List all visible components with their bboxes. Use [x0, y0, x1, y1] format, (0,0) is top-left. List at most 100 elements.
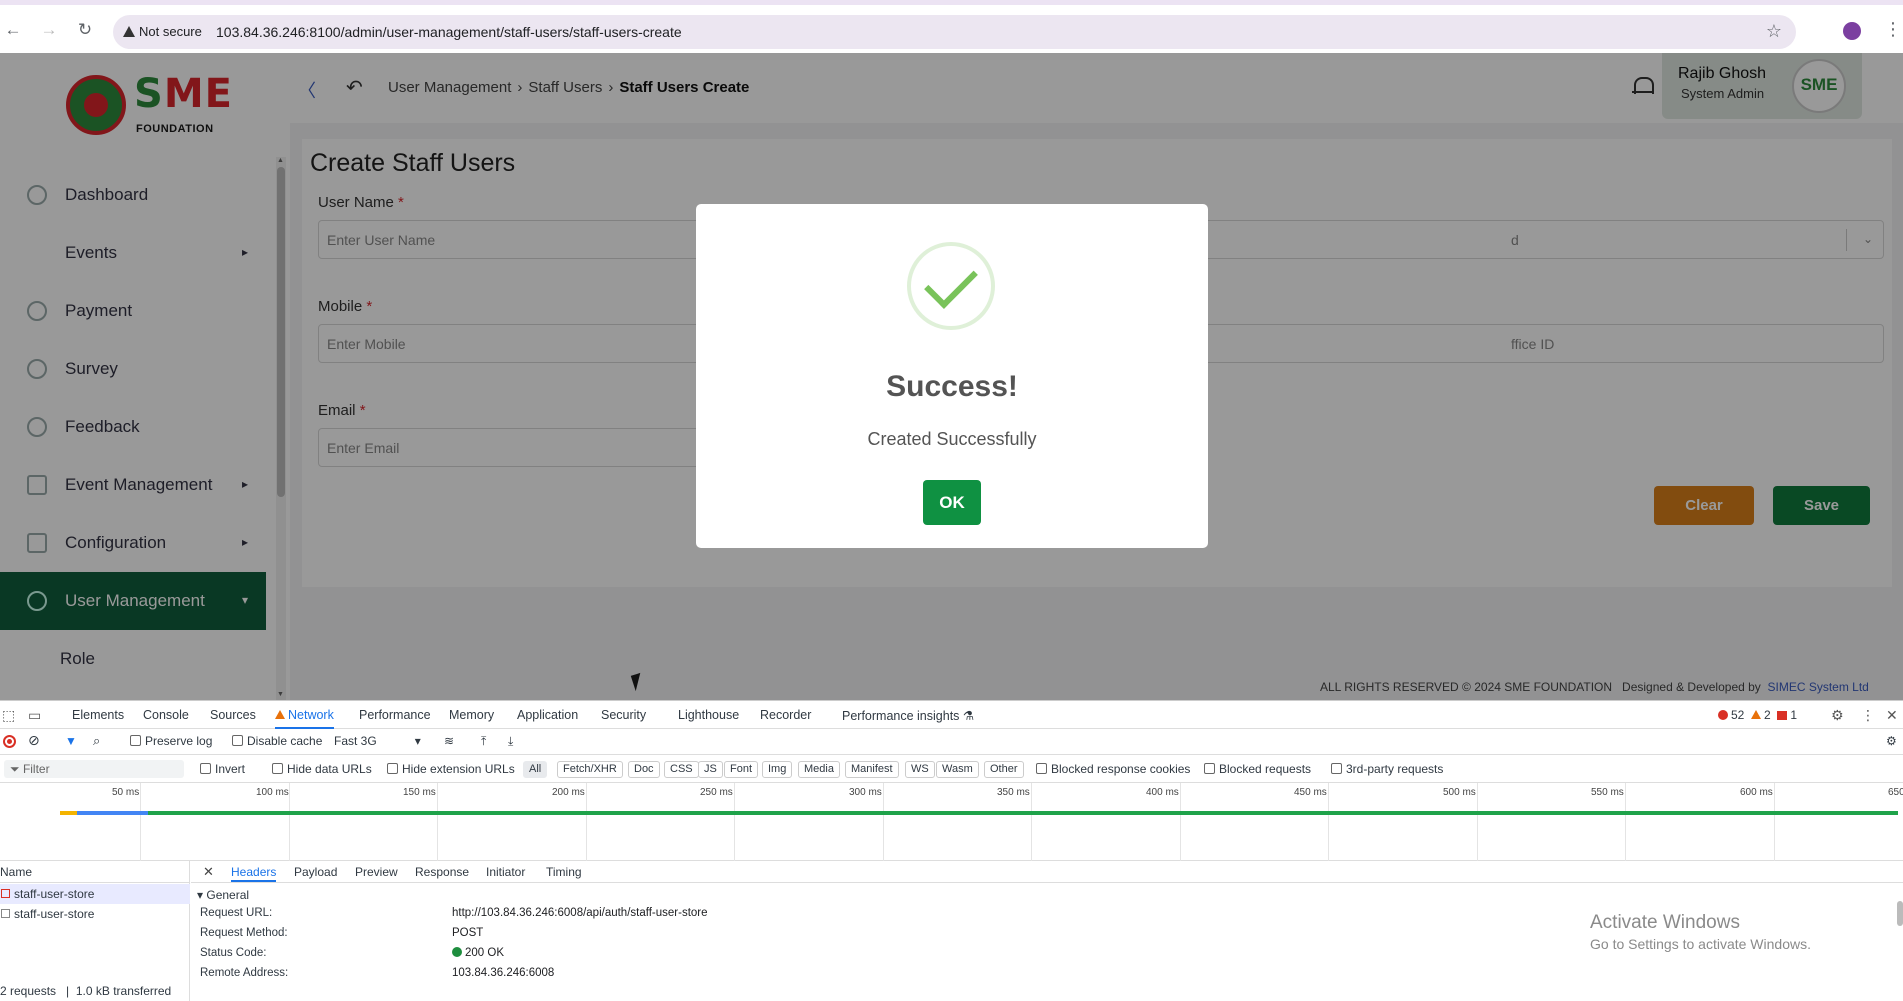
- invert-label: Invert: [215, 762, 246, 776]
- inspect-element-icon[interactable]: ⬚: [2, 707, 15, 724]
- more-options-icon[interactable]: ⋮: [1861, 707, 1875, 724]
- invert-checkbox[interactable]: Invert: [200, 762, 245, 776]
- timeline-waiting-bar: [60, 811, 78, 815]
- browser-toolbar: ← → ↻ Not secure 103.84.36.246:8100/admi…: [0, 0, 1903, 53]
- filter-chip-fetch-xhr[interactable]: Fetch/XHR: [557, 761, 623, 778]
- close-devtools-icon[interactable]: ✕: [1886, 707, 1898, 724]
- filter-chip-other[interactable]: Other: [984, 761, 1024, 778]
- detail-tabbar: ✕ Headers Payload Preview Response Initi…: [191, 861, 1903, 883]
- network-settings-icon[interactable]: ⚙: [1886, 734, 1897, 748]
- checkbox-box: [272, 763, 283, 774]
- tab-headers[interactable]: Headers: [231, 865, 277, 882]
- tab-recorder[interactable]: Recorder: [760, 708, 811, 722]
- tab-payload[interactable]: Payload: [294, 865, 337, 879]
- url-text[interactable]: 103.84.36.246:8100/admin/user-management…: [216, 24, 682, 40]
- tab-preview[interactable]: Preview: [355, 865, 398, 879]
- back-arrow-icon[interactable]: ←: [2, 19, 24, 41]
- tab-network[interactable]: Network: [275, 708, 334, 729]
- filter-icon[interactable]: ▼: [65, 734, 77, 748]
- ok-button[interactable]: OK: [923, 480, 981, 525]
- tab-performance-insights[interactable]: Performance insights ⚗: [842, 708, 974, 723]
- header-value: 103.84.36.246:6008: [452, 967, 555, 979]
- forward-arrow-icon[interactable]: →: [38, 19, 60, 41]
- tab-performance[interactable]: Performance: [359, 708, 431, 722]
- disable-cache-label: Disable cache: [247, 734, 323, 748]
- filter-chip-doc[interactable]: Doc: [628, 761, 660, 778]
- tab-elements[interactable]: Elements: [72, 708, 124, 722]
- blocked-requests-checkbox[interactable]: Blocked requests: [1204, 762, 1311, 776]
- tab-lighthouse[interactable]: Lighthouse: [678, 708, 739, 722]
- checkbox-box: [130, 735, 141, 746]
- tab-application[interactable]: Application: [517, 708, 578, 722]
- browser-menu-icon[interactable]: ⋮: [1884, 19, 1902, 40]
- address-bar[interactable]: Not secure 103.84.36.246:8100/admin/user…: [113, 15, 1796, 49]
- filter-chip-js[interactable]: JS: [698, 761, 723, 778]
- tab-sources[interactable]: Sources: [210, 708, 256, 722]
- throttling-select[interactable]: Fast 3G ▾: [334, 734, 421, 748]
- filter-chip-all[interactable]: All: [523, 761, 548, 778]
- general-section-toggle[interactable]: ▾ General: [197, 888, 249, 902]
- reload-icon[interactable]: ↻: [74, 19, 96, 41]
- import-har-icon[interactable]: ⤒: [481, 734, 486, 749]
- name-column-header[interactable]: Name: [0, 861, 190, 883]
- filter-chip-ws[interactable]: WS: [905, 761, 935, 778]
- filter-chip-css[interactable]: CSS: [664, 761, 699, 778]
- watermark-line-2: Go to Settings to activate Windows.: [1590, 936, 1811, 952]
- issue-counters[interactable]: 52 2 1: [1718, 708, 1797, 722]
- record-icon[interactable]: [3, 735, 16, 748]
- filter-chip-wasm[interactable]: Wasm: [936, 761, 979, 778]
- filter-chip-img[interactable]: Img: [762, 761, 793, 778]
- device-toolbar-icon[interactable]: ▭: [28, 707, 41, 724]
- windows-activation-watermark: Activate Windows Go to Settings to activ…: [1590, 912, 1811, 952]
- tab-console[interactable]: Console: [143, 708, 189, 722]
- bookmark-star-icon[interactable]: ☆: [1766, 21, 1782, 42]
- blocked-response-cookies-checkbox[interactable]: Blocked response cookies: [1036, 762, 1190, 776]
- timeline-tick: 550 ms: [1591, 787, 1624, 798]
- network-conditions-icon[interactable]: ≋: [444, 734, 454, 748]
- preserve-log-checkbox[interactable]: Preserve log: [130, 734, 212, 748]
- dialog-title: Success!: [886, 370, 1018, 403]
- tab-security[interactable]: Security: [601, 708, 646, 722]
- network-overview-timeline[interactable]: 50 ms 100 ms 150 ms 200 ms 250 ms 300 ms…: [0, 783, 1903, 861]
- checkbox-box: [1036, 763, 1047, 774]
- tab-initiator[interactable]: Initiator: [486, 865, 525, 879]
- timeline-tick: 300 ms: [849, 787, 882, 798]
- hide-data-urls-checkbox[interactable]: Hide data URLs: [272, 762, 372, 776]
- request-row[interactable]: staff-user-store: [0, 904, 190, 924]
- chevron-down-icon: ▾: [414, 734, 421, 748]
- timeline-gridline: [437, 783, 438, 861]
- close-detail-icon[interactable]: ✕: [203, 864, 214, 880]
- settings-gear-icon[interactable]: ⚙: [1831, 707, 1844, 724]
- timeline-gridline: [883, 783, 884, 861]
- request-count: 2 requests: [0, 984, 57, 998]
- not-secure-indicator[interactable]: Not secure: [123, 24, 202, 39]
- timeline-gridline: [586, 783, 587, 861]
- filter-chip-manifest[interactable]: Manifest: [845, 761, 899, 778]
- checkbox-box: [232, 735, 243, 746]
- hide-extension-urls-checkbox[interactable]: Hide extension URLs: [387, 762, 515, 776]
- request-list: Name staff-user-store staff-user-store 2…: [0, 861, 190, 1001]
- timeline-gridline: [1031, 783, 1032, 861]
- hide-extension-urls-label: Hide extension URLs: [402, 762, 515, 776]
- disable-cache-checkbox[interactable]: Disable cache: [232, 734, 322, 748]
- blocked-response-cookies-label: Blocked response cookies: [1051, 762, 1191, 776]
- clear-log-icon[interactable]: ⊘: [28, 732, 40, 749]
- filter-chip-media[interactable]: Media: [798, 761, 840, 778]
- third-party-requests-checkbox[interactable]: 3rd-party requests: [1331, 762, 1443, 776]
- timeline-gridline: [1328, 783, 1329, 861]
- warning-count: 2: [1764, 708, 1771, 722]
- timeline-tick: 500 ms: [1443, 787, 1476, 798]
- export-har-icon[interactable]: ⤓: [508, 734, 513, 749]
- detail-scrollbar-thumb[interactable]: [1897, 901, 1903, 926]
- profile-avatar-icon[interactable]: [1843, 22, 1861, 40]
- watermark-line-1: Activate Windows: [1590, 912, 1740, 933]
- search-icon[interactable]: ⌕: [93, 733, 100, 749]
- filter-chip-font[interactable]: Font: [724, 761, 759, 778]
- tab-timing[interactable]: Timing: [546, 865, 582, 879]
- tab-memory[interactable]: Memory: [449, 708, 494, 722]
- filter-input[interactable]: ⏷ Filter: [4, 760, 184, 778]
- issues-count: 1: [1790, 708, 1798, 722]
- network-summary: 2 requests | 1.0 kB transferred: [0, 984, 172, 998]
- tab-response[interactable]: Response: [415, 865, 469, 879]
- request-row[interactable]: staff-user-store: [0, 884, 190, 904]
